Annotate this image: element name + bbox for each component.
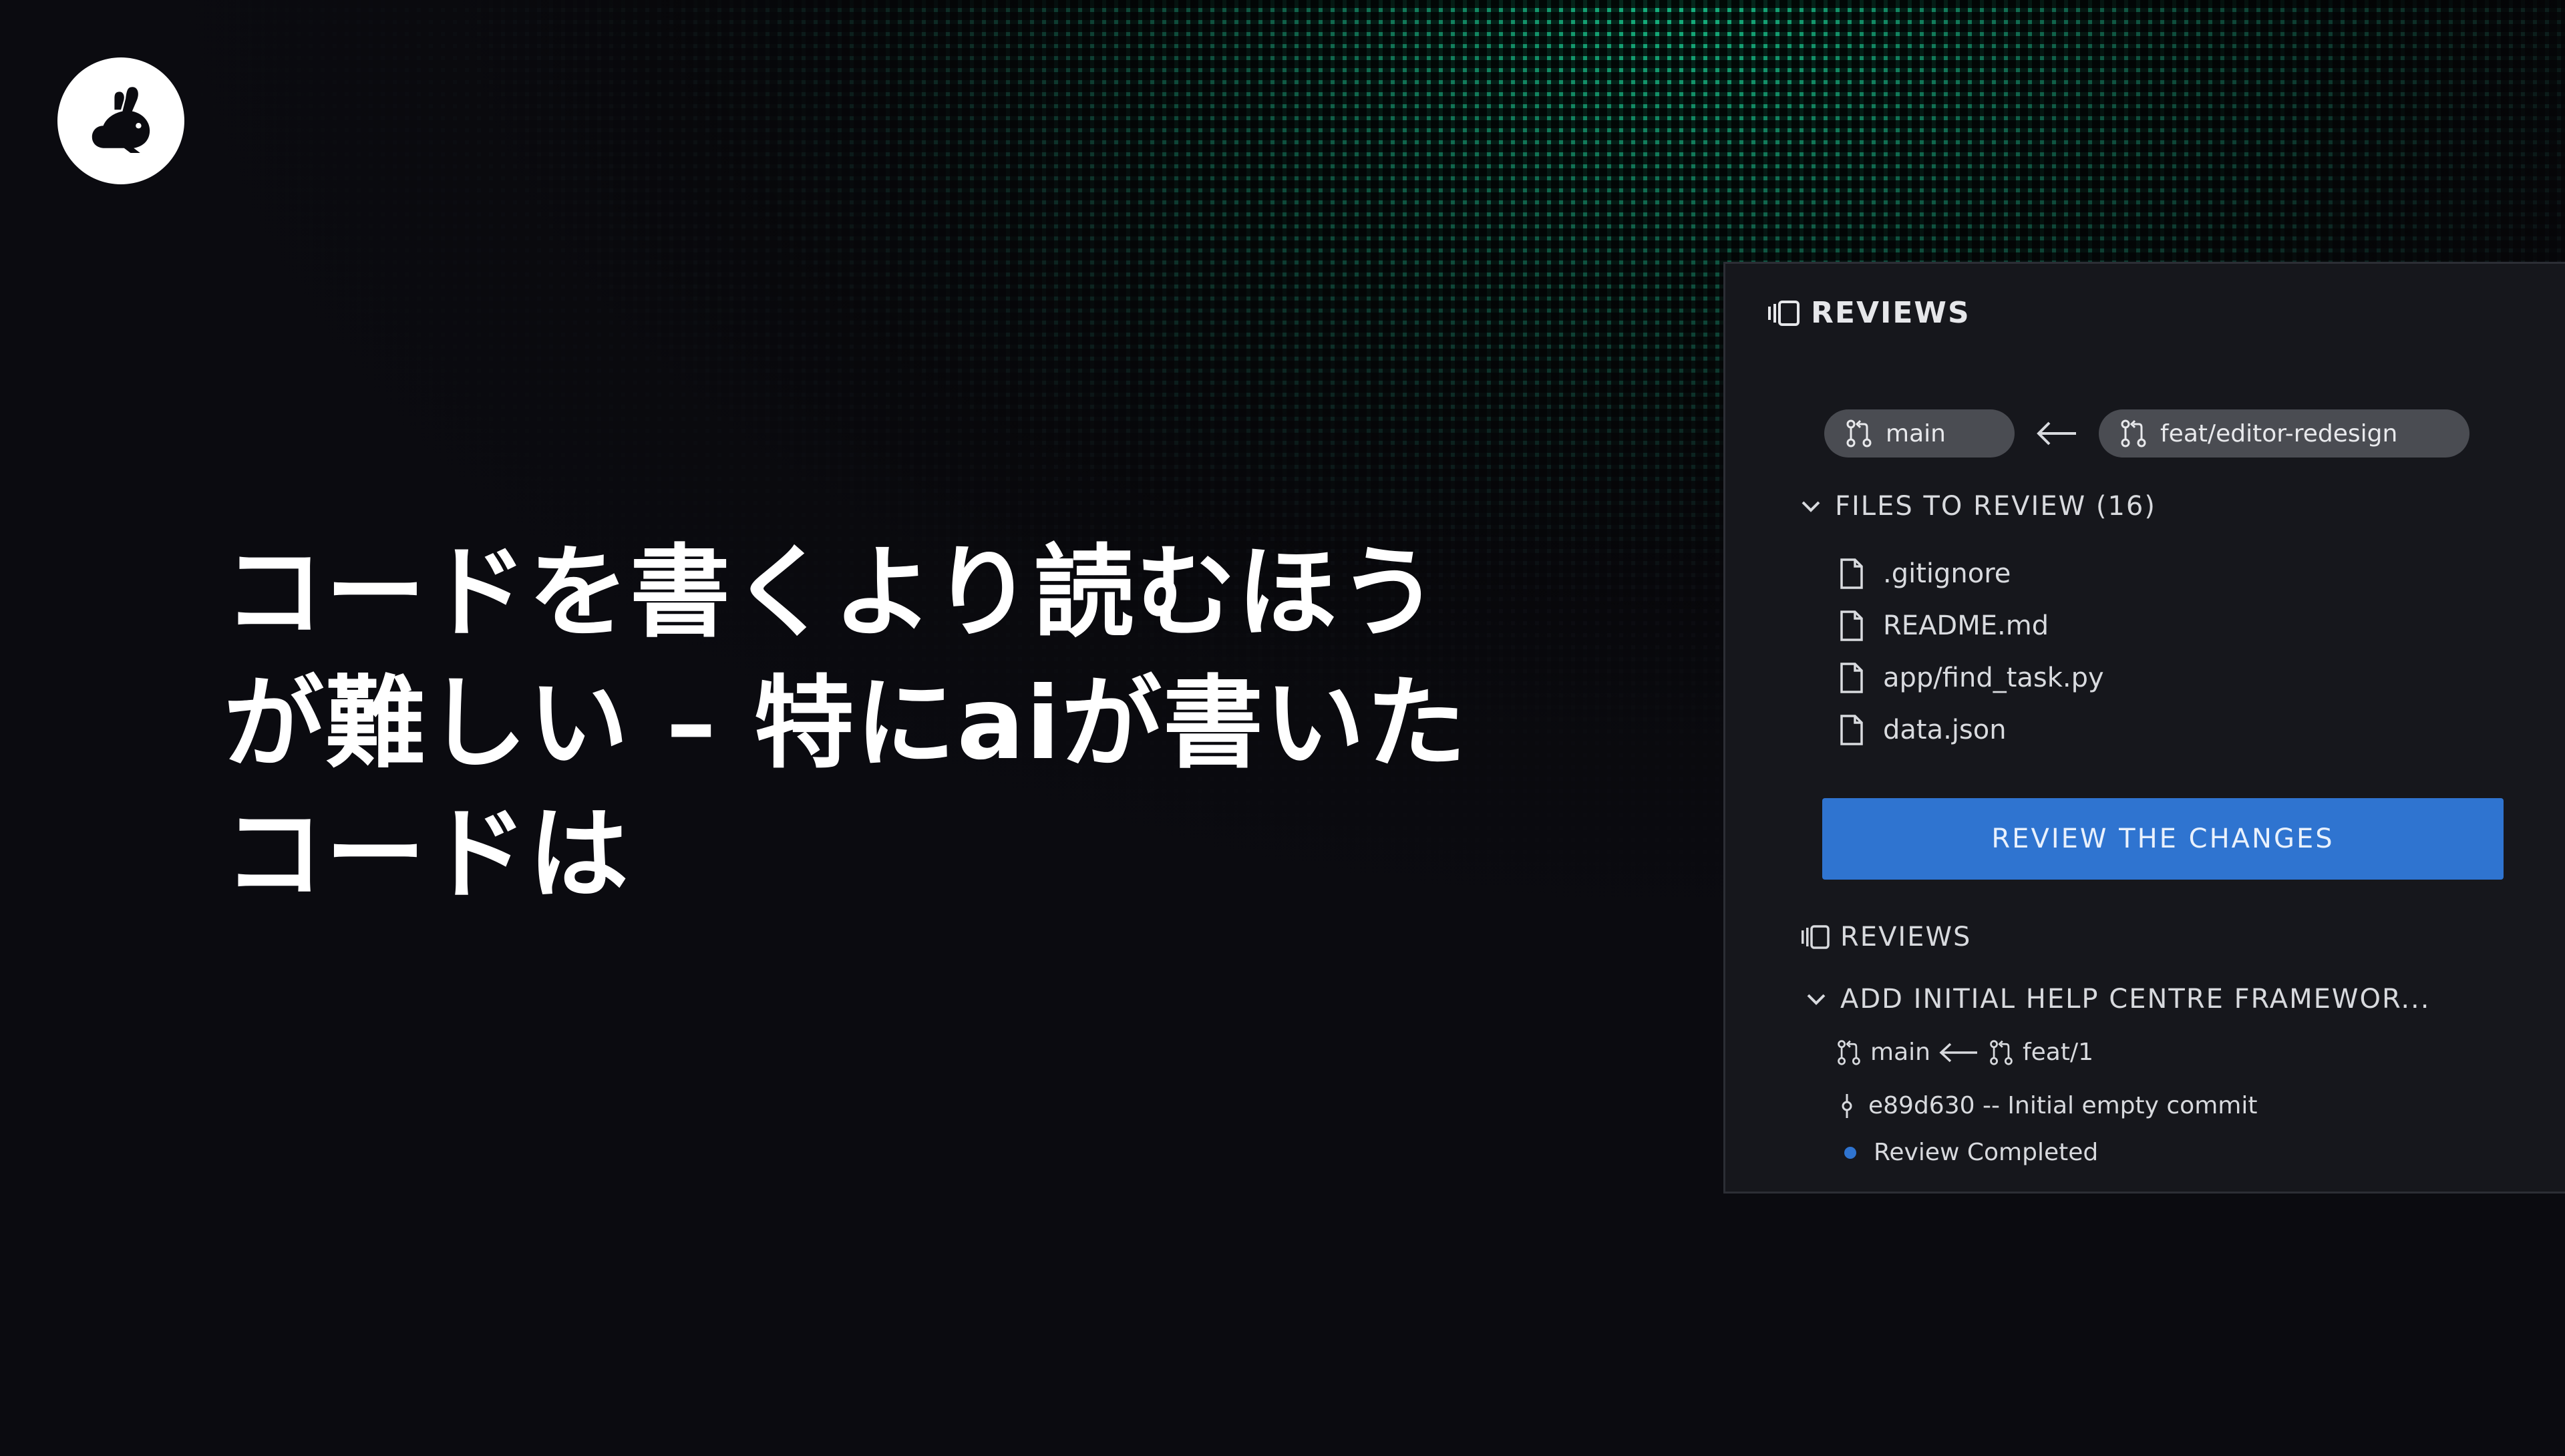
file-item[interactable]: README.md: [1839, 600, 2104, 652]
file-icon: [1840, 715, 1863, 745]
file-name: app/find_task.py: [1883, 663, 2104, 693]
base-branch-pill[interactable]: main: [1824, 409, 2015, 458]
file-icon: [1840, 610, 1863, 641]
review-head-branch: feat/1: [2022, 1039, 2093, 1066]
chevron-down-icon: [1807, 994, 1826, 1005]
file-item[interactable]: .gitignore: [1839, 548, 2104, 600]
file-item[interactable]: data.json: [1839, 704, 2104, 756]
file-name: README.md: [1883, 610, 2049, 641]
reviews-subtitle: REVIEWS: [1840, 922, 1972, 952]
base-branch-label: main: [1886, 419, 1946, 447]
rabbit-logo: [57, 57, 184, 184]
git-branch-icon: [1846, 419, 1872, 447]
review-changes-button[interactable]: REVIEW THE CHANGES: [1822, 798, 2504, 880]
commit-text: e89d630 -- Initial empty commit: [1868, 1092, 2258, 1119]
panel-title: REVIEWS: [1811, 296, 1971, 330]
headline-line-1: コードを書くより読むほう: [224, 535, 1441, 651]
git-branch-icon: [1990, 1039, 2013, 1065]
headline-line-2: が難しい – 特にaiが書いた: [224, 666, 1468, 782]
files-section-title: FILES TO REVIEW (16): [1835, 491, 2156, 522]
file-name: .gitignore: [1883, 558, 2011, 589]
review-item-toggle[interactable]: ADD INITIAL HELP CENTRE FRAMEWOR...: [1804, 984, 2430, 1015]
merge-arrow-icon: [2035, 420, 2079, 447]
file-icon: [1840, 663, 1863, 693]
git-commit-icon: [1842, 1093, 1852, 1118]
reviews-panel: REVIEWS main feat/editor-redesign FILES …: [1723, 262, 2565, 1194]
review-status: Review Completed: [1844, 1139, 2098, 1166]
reviews-panel-icon: [1768, 300, 1800, 326]
commit-row: e89d630 -- Initial empty commit: [1840, 1092, 2257, 1119]
file-icon: [1840, 558, 1863, 589]
git-branch-icon: [1838, 1039, 1860, 1065]
file-name: data.json: [1883, 715, 2007, 745]
reviews-panel-icon: [1802, 925, 1830, 949]
reviews-subheader: REVIEWS: [1800, 922, 1971, 952]
file-item[interactable]: app/find_task.py: [1839, 652, 2104, 704]
status-dot: [1844, 1146, 1856, 1159]
file-list: .gitignore README.md app/find_task.py da…: [1839, 548, 2104, 756]
headline: コードを書くより読むほう が難しい – 特にaiが書いた コードは: [224, 528, 1493, 920]
compare-branch-label: feat/editor-redesign: [2160, 419, 2398, 447]
compare-branch-pill[interactable]: feat/editor-redesign: [2099, 409, 2469, 458]
rabbit-icon: [92, 87, 150, 153]
branch-selector: main feat/editor-redesign: [1824, 409, 2469, 458]
review-item-title: ADD INITIAL HELP CENTRE FRAMEWOR...: [1840, 984, 2431, 1015]
files-section-toggle[interactable]: FILES TO REVIEW (16): [1799, 491, 2156, 522]
chevron-down-icon: [1802, 501, 1820, 512]
merge-arrow-icon: [1939, 1043, 1977, 1062]
headline-line-3: コードは: [224, 797, 631, 913]
review-base-branch: main: [1870, 1039, 1930, 1066]
panel-header: REVIEWS: [1767, 296, 1971, 330]
review-branches: main feat/1: [1836, 1039, 2093, 1066]
git-branch-icon: [2121, 419, 2146, 447]
status-text: Review Completed: [1874, 1139, 2099, 1166]
